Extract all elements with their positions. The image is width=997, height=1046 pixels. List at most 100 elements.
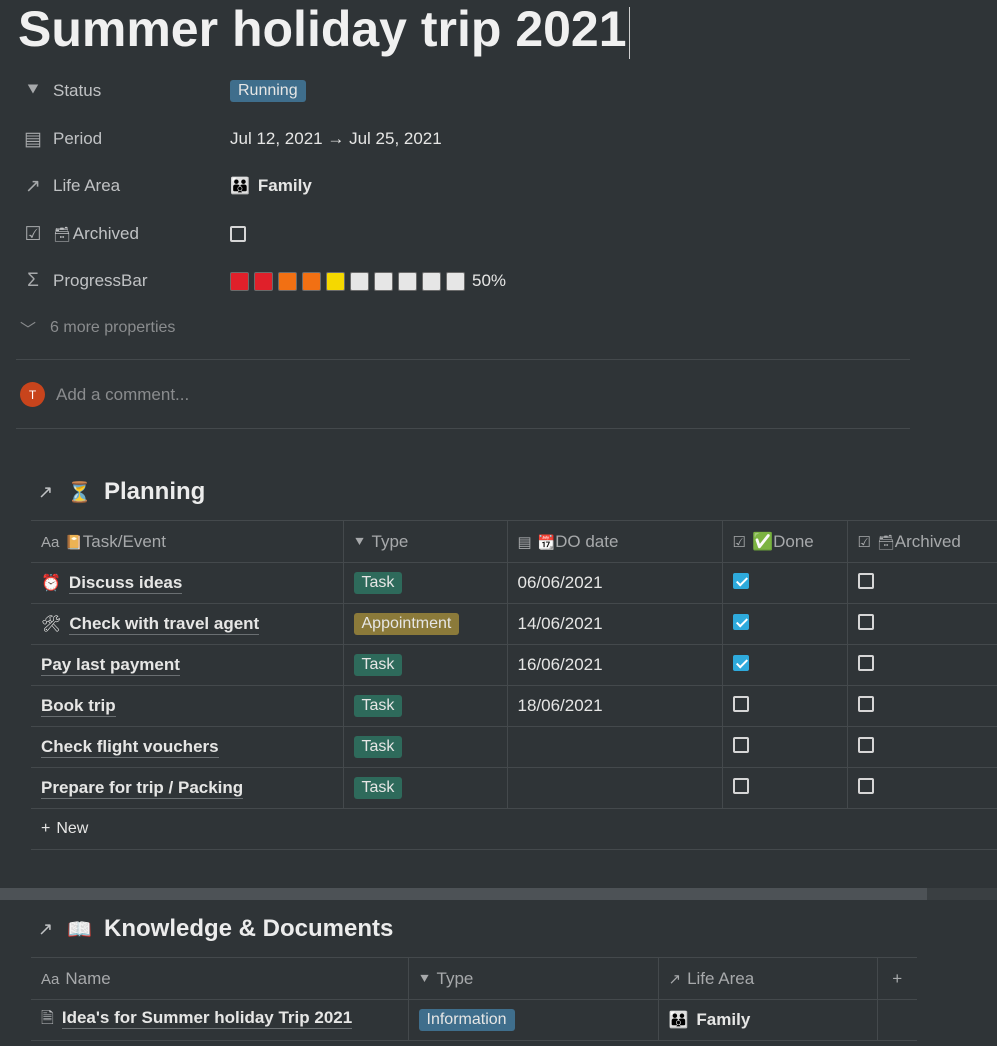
knowledge-section-title[interactable]: ↗ 📖 Knowledge & Documents [38,915,393,943]
done-checkbox[interactable] [732,777,749,794]
scrollbar-thumb[interactable] [0,888,927,900]
type-tag: Task [353,736,403,758]
done-checkbox[interactable] [732,654,749,671]
horizontal-scrollbar[interactable] [0,888,997,900]
text-cursor [628,6,630,59]
status-badge[interactable]: Running [230,80,306,102]
property-label: Period [53,129,103,148]
family-icon: 👪 [668,1012,689,1029]
progress-square [326,271,345,291]
select-icon: ⯆ [25,80,41,101]
property-life-area[interactable]: ↗ Life Area 👪 Family [20,168,920,204]
relation-arrow-icon: ↗ [668,970,682,988]
type-tag: Task [353,695,403,717]
task-name[interactable]: Check with travel agent [69,614,260,635]
archived-checkbox[interactable] [857,695,874,712]
progress-square [254,271,273,291]
task-name[interactable]: Check flight vouchers [41,737,219,758]
column-header-type[interactable]: ⯆ Type [342,520,507,563]
formula-sigma-icon: Σ [27,270,39,291]
progress-square [350,271,369,291]
divider [16,359,910,360]
progress-square [422,271,441,291]
archived-checkbox[interactable] [857,613,874,630]
type-tag: Task [353,654,403,676]
do-date[interactable]: 16/06/2021 [506,644,722,686]
progress-square [278,271,297,291]
select-icon: ⯆ [418,970,431,988]
more-properties-toggle[interactable]: ﹀ 6 more properties [20,316,175,340]
done-checkbox[interactable] [732,613,749,630]
relation-arrow-icon: ↗ [25,175,41,197]
column-header-task[interactable]: Aa 📔Task/Event [31,520,343,563]
progress-square [398,271,417,291]
table-row[interactable]: Prepare for trip / Packing Task [31,767,997,809]
new-row-button[interactable]: + New [31,808,997,850]
column-header-archived[interactable]: ☑ 🗃Archived [846,520,997,563]
property-label: ProgressBar [53,271,148,290]
avatar: T [20,382,45,407]
column-header-type[interactable]: ⯆ Type [407,957,658,1000]
progress-square [302,271,321,291]
table-row[interactable]: ⏰ Discuss ideas Task 06/06/2021 [31,562,997,604]
column-header-life-area[interactable]: ↗ Life Area [657,957,877,1000]
plus-icon: + [892,968,903,988]
do-date[interactable]: 14/06/2021 [506,603,722,645]
progress-bar: 50% [230,271,506,291]
life-area-link[interactable]: Family [696,1010,750,1029]
task-name[interactable]: Book trip [41,696,116,717]
archived-checkbox[interactable] [857,654,874,671]
archive-emoji-icon: 🗃 [53,225,71,242]
column-header-done[interactable]: ☑ ✅Done [721,520,847,563]
task-name[interactable]: Prepare for trip / Packing [41,778,244,799]
comment-box[interactable]: T Add a comment... [20,382,189,407]
knowledge-table: Aa Name ⯆ Type ↗ Life Area + 🗎 Idea's for Su… [31,957,917,1041]
planning-section-title[interactable]: ↗ ⏳ Planning [38,478,205,506]
table-row[interactable]: Book trip Task 18/06/2021 [31,685,997,727]
archived-checkbox[interactable] [857,736,874,753]
type-tag: Task [353,572,403,594]
done-checkbox[interactable] [732,572,749,589]
done-checkbox[interactable] [732,695,749,712]
progress-square [230,271,249,291]
table-row[interactable]: 🛠 Check with travel agent Appointment 14/06… [31,603,997,645]
text-type-icon: Aa [41,533,60,551]
tools-icon: 🛠 [41,616,62,633]
period-value[interactable]: Jul 12, 2021 → Jul 25, 2021 [230,129,442,149]
task-name[interactable]: Discuss ideas [68,573,183,594]
archived-checkbox[interactable] [230,226,246,242]
comment-input[interactable]: Add a comment... [56,385,189,405]
property-period[interactable]: ▤ Period Jul 12, 2021 → Jul 25, 2021 [20,121,920,157]
table-row[interactable]: 🗎 Idea's for Summer holiday Trip 2021 Inf… [31,999,917,1041]
life-area-link[interactable]: Family [258,176,312,196]
divider [16,428,910,429]
type-tag: Information [418,1009,515,1031]
do-date[interactable] [506,767,722,809]
plus-icon: + [41,820,51,837]
property-archived[interactable]: ☑ 🗃 Archived [20,216,920,252]
checkbox-icon: ☑ [857,533,871,551]
progress-square [374,271,393,291]
column-header-name[interactable]: Aa Name [31,957,408,1000]
page-title[interactable]: Summer holiday trip 2021 [18,0,630,59]
book-icon: 📖 [67,918,92,941]
table-row[interactable]: Check flight vouchers Task [31,726,997,768]
document-icon: 🗎 [41,1009,54,1027]
archive-emoji-icon: 🗃 [876,533,895,550]
check-mark-emoji-icon: ✅ [751,531,774,551]
table-row[interactable]: Pay last payment Task 16/06/2021 [31,644,997,686]
done-checkbox[interactable] [732,736,749,753]
do-date[interactable] [506,726,722,768]
linked-db-arrow-icon: ↗ [38,481,54,502]
do-date[interactable]: 18/06/2021 [506,685,722,727]
add-column-button[interactable]: + [876,957,917,1000]
archived-checkbox[interactable] [857,572,874,589]
property-status[interactable]: ⯆ Status Running [20,73,920,109]
column-header-date[interactable]: ▤ 📆DO date [506,520,722,563]
do-date[interactable]: 06/06/2021 [506,562,722,604]
archived-checkbox[interactable] [857,777,874,794]
notebook-icon: 📔 [65,533,83,550]
type-tag: Appointment [353,613,460,635]
task-name[interactable]: Pay last payment [41,655,180,676]
property-label: Archived [72,224,139,243]
